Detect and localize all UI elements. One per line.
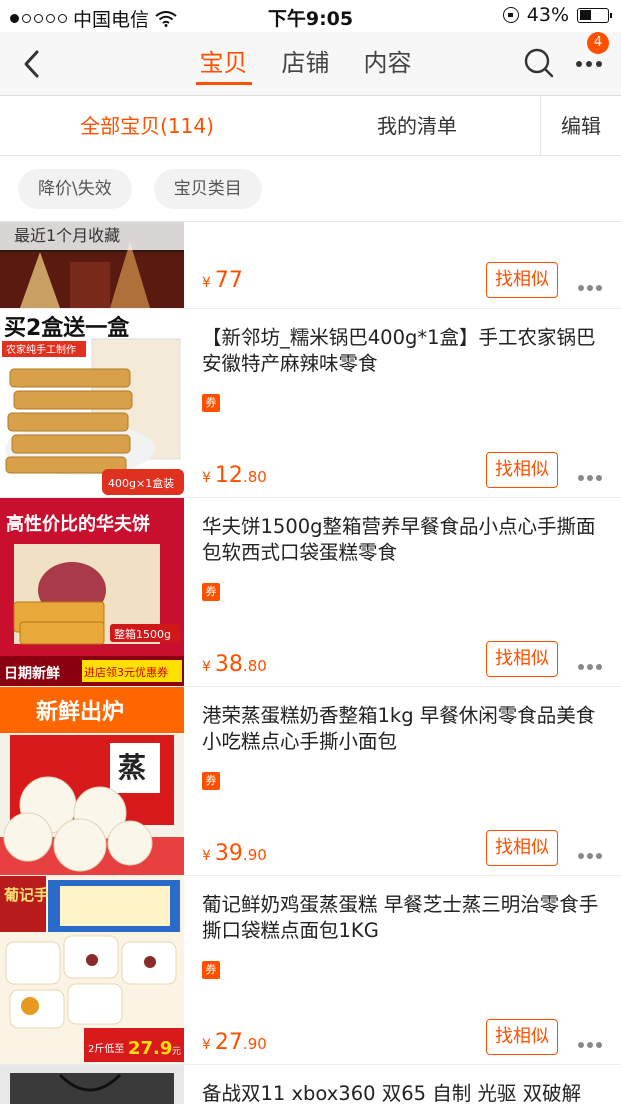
image-promo-sub-1: 农家纯手工制作: [6, 343, 76, 356]
image-box-text-3: 蒸: [118, 751, 146, 784]
currency-symbol: ¥: [202, 275, 211, 291]
price-dec: .80: [242, 657, 267, 675]
battery-icon: [577, 7, 612, 23]
product-title[interactable]: 港荣蒸蛋糕奶香整箱1kg 早餐休闲零食品美食小吃糕点心手撕小面包: [202, 703, 599, 755]
price-dec: .90: [242, 846, 267, 864]
status-right: 43%: [502, 4, 612, 26]
tab-content[interactable]: 内容: [360, 32, 416, 96]
product-image[interactable]: 高性价比的华夫饼 整箱1500g 日期新鲜 进店领3元优惠券: [0, 498, 184, 686]
price-int: 27: [214, 1030, 243, 1055]
coupon-badge: 券: [202, 394, 220, 412]
list-item[interactable]: 最近1个月收藏 ¥77 找相似: [0, 222, 621, 309]
filter-tabs: 全部宝贝(114) 我的清单 编辑: [0, 97, 621, 156]
find-similar-button[interactable]: 找相似: [486, 830, 558, 866]
battery-percent: 43%: [526, 4, 569, 26]
price: ¥27.90: [202, 1030, 267, 1055]
price: ¥77: [202, 268, 243, 293]
image-bottom-right-2: 进店领3元优惠券: [84, 665, 168, 679]
nav-bar: 宝贝 店铺 内容 4: [0, 32, 621, 96]
currency-symbol: ¥: [202, 848, 211, 864]
orientation-lock-icon: [502, 7, 519, 23]
image-promo-text-3: 新鲜出炉: [36, 699, 124, 725]
product-title[interactable]: 【新邻坊_糯米锅巴400g*1盒】手工农家锅巴安徽特产麻辣味零食: [202, 325, 599, 377]
coupon-badge: 券: [202, 961, 220, 979]
product-image[interactable]: 最近1个月收藏: [0, 222, 184, 308]
image-bottom-left-2: 日期新鲜: [4, 665, 60, 682]
price: ¥38.80: [202, 652, 267, 677]
product-title[interactable]: 备战双11 xbox360 双65 自制 光驱 双破解: [202, 1081, 599, 1104]
more-dots-icon[interactable]: [578, 844, 606, 859]
coupon-badge: 券: [202, 583, 220, 601]
price-int: 77: [214, 268, 243, 293]
chip-price-drop[interactable]: 降价\失效: [18, 168, 132, 209]
price-int: 12: [214, 463, 243, 488]
image-tag-1: 400g×1盒装: [108, 476, 174, 490]
price: ¥12.80: [202, 463, 267, 488]
filter-chips: 降价\失效 宝贝类目: [0, 156, 621, 222]
list-item[interactable]: 买2盒送一盒 农家纯手工制作 400g×1盒装 【新邻坊_糯米锅巴400g*1盒…: [0, 309, 621, 498]
battery-fill: [579, 10, 592, 20]
product-image[interactable]: 买2盒送一盒 农家纯手工制作 400g×1盒装: [0, 309, 184, 497]
find-similar-button[interactable]: 找相似: [486, 641, 558, 677]
tab-shops[interactable]: 店铺: [278, 32, 334, 96]
recent-label: 最近1个月收藏: [0, 222, 184, 250]
find-similar-button[interactable]: 找相似: [486, 452, 558, 488]
currency-symbol: ¥: [202, 1037, 211, 1053]
product-image[interactable]: 新鲜出炉 蒸: [0, 687, 184, 875]
image-tag-2: 整箱1500g: [114, 627, 171, 641]
more-dots-icon[interactable]: [578, 655, 606, 670]
edit-button[interactable]: 编辑: [540, 97, 621, 155]
price-dec: .90: [242, 1035, 267, 1053]
product-title[interactable]: 葡记鲜奶鸡蛋蒸蛋糕 早餐芝士蒸三明治零食手撕口袋糕点面包1KG: [202, 892, 599, 944]
image-tag-price-4: 27.9: [128, 1038, 172, 1059]
image-promo-text-2: 高性价比的华夫饼: [6, 513, 150, 535]
chip-category[interactable]: 宝贝类目: [153, 168, 262, 209]
coupon-badge: 券: [202, 772, 220, 790]
product-list: 最近1个月收藏 ¥77 找相似 买2盒送一盒 农家纯手工制作 400g×1盒装 …: [0, 222, 621, 1104]
search-icon[interactable]: [523, 47, 555, 79]
more-dots-icon[interactable]: [578, 466, 606, 481]
list-item[interactable]: 新鲜出炉 蒸 港荣蒸蛋糕奶香整箱1kg 早餐休闲零食品美食小吃糕点心手撕小面包 …: [0, 687, 621, 876]
more-dots-icon[interactable]: [578, 1033, 606, 1048]
tab-my-list[interactable]: 我的清单: [294, 97, 540, 155]
product-image[interactable]: [0, 1065, 184, 1104]
image-tag-unit-4: 元: [172, 1047, 181, 1057]
find-similar-button[interactable]: 找相似: [486, 262, 558, 298]
price: ¥39.90: [202, 841, 267, 866]
price-int: 39: [214, 841, 243, 866]
tab-all-items[interactable]: 全部宝贝(114): [0, 97, 294, 155]
more-dots-icon[interactable]: [578, 276, 606, 291]
tab-items[interactable]: 宝贝: [195, 32, 252, 96]
price-int: 38: [214, 652, 243, 677]
currency-symbol: ¥: [202, 659, 211, 675]
product-title[interactable]: 华夫饼1500g整箱营养早餐食品小点心手撕面包软西式口袋蛋糕零食: [202, 514, 599, 566]
image-promo-text-1: 买2盒送一盒: [4, 315, 130, 341]
price-dec: .80: [242, 468, 267, 486]
list-item[interactable]: 高性价比的华夫饼 整箱1500g 日期新鲜 进店领3元优惠券 华夫饼1500g整…: [0, 498, 621, 687]
find-similar-button[interactable]: 找相似: [486, 1019, 558, 1055]
currency-symbol: ¥: [202, 470, 211, 486]
status-bar: 中国电信 下午9:05 43%: [0, 0, 621, 32]
product-image[interactable]: 葡记手信 2斤低至 27.9 元: [0, 876, 184, 1064]
notification-badge: 4: [587, 32, 609, 54]
list-item[interactable]: 葡记手信 2斤低至 27.9 元 葡记鲜奶鸡蛋蒸蛋糕 早餐芝士蒸三明治零食手撕口…: [0, 876, 621, 1065]
list-item[interactable]: 备战双11 xbox360 双65 自制 光驱 双破解: [0, 1065, 621, 1104]
image-tag-small-4: 2斤低至: [88, 1042, 124, 1055]
